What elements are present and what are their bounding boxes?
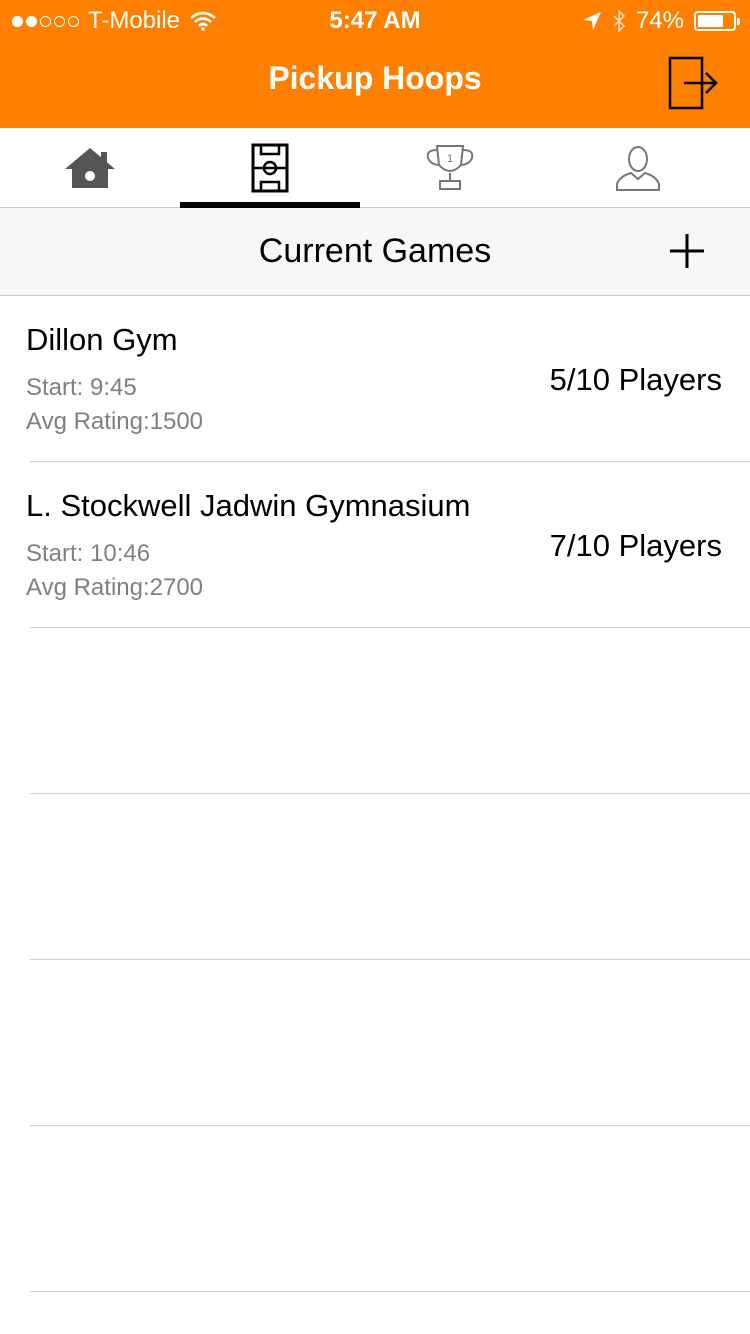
row-separator	[30, 1291, 750, 1292]
status-left: T-Mobile	[12, 7, 216, 35]
game-location: Dillon Gym	[26, 322, 178, 357]
court-icon	[251, 143, 289, 193]
signal-dot	[26, 15, 37, 27]
row-separator	[30, 793, 750, 794]
game-start-time: Start: 10:46	[26, 540, 151, 567]
section-header: Current Games	[0, 208, 750, 296]
game-row[interactable]: Dillon Gym Start: 9:45 Avg Rating:1500 5…	[0, 297, 750, 462]
game-avg-rating: Avg Rating:1500	[26, 408, 204, 435]
signal-dot	[12, 15, 23, 27]
battery-fill	[698, 15, 723, 27]
signal-dot	[54, 15, 65, 27]
wifi-icon	[190, 11, 216, 31]
battery-icon	[694, 11, 740, 31]
game-avg-rating: Avg Rating:2700	[26, 574, 204, 601]
tab-games[interactable]	[180, 128, 360, 208]
battery-percent: 74%	[635, 7, 684, 34]
add-game-button[interactable]	[664, 228, 710, 274]
game-start-time: Start: 9:45	[26, 374, 137, 401]
tab-home[interactable]	[0, 128, 180, 208]
tab-profile[interactable]	[548, 128, 728, 208]
game-location: L. Stockwell Jadwin Gymnasium	[26, 488, 471, 523]
logout-icon[interactable]	[668, 56, 720, 110]
status-bar: T-Mobile 5:47 AM 74%	[0, 0, 750, 40]
house-icon	[65, 148, 115, 188]
row-separator	[30, 1125, 750, 1126]
game-player-count: 7/10 Players	[549, 528, 722, 563]
page-title: Pickup Hoops	[268, 60, 482, 96]
section-title: Current Games	[258, 232, 492, 270]
navigation-bar: T-Mobile 5:47 AM 74% Pickup Hoops	[0, 0, 750, 128]
game-row[interactable]: L. Stockwell Jadwin Gymnasium Start: 10:…	[0, 463, 750, 628]
person-icon	[616, 146, 660, 191]
carrier-name: T-Mobile	[88, 7, 181, 34]
game-player-count: 5/10 Players	[549, 362, 722, 397]
signal-dot	[40, 15, 51, 27]
signal-dot	[68, 15, 79, 27]
tab-leaderboard[interactable]: 1	[360, 128, 540, 208]
svg-text:1: 1	[447, 153, 453, 165]
battery-nub	[737, 18, 740, 25]
bluetooth-icon	[613, 10, 626, 32]
status-right: 74%	[572, 7, 740, 35]
row-separator	[30, 461, 750, 462]
tab-bar: 1	[0, 128, 750, 208]
row-separator	[30, 959, 750, 960]
trophy-icon: 1	[426, 145, 474, 190]
location-arrow-icon	[582, 12, 601, 30]
row-separator	[30, 627, 750, 628]
